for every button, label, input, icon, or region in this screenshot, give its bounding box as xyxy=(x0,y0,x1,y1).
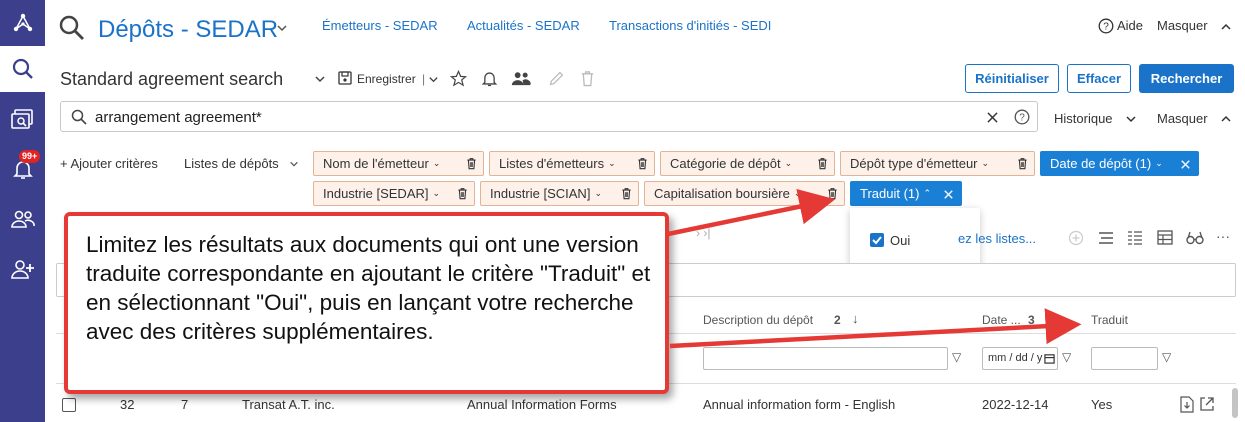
arrow-to-translated-column xyxy=(669,308,1082,349)
annotation-arrows xyxy=(667,188,1082,349)
arrow-to-translated-chip xyxy=(667,188,836,237)
